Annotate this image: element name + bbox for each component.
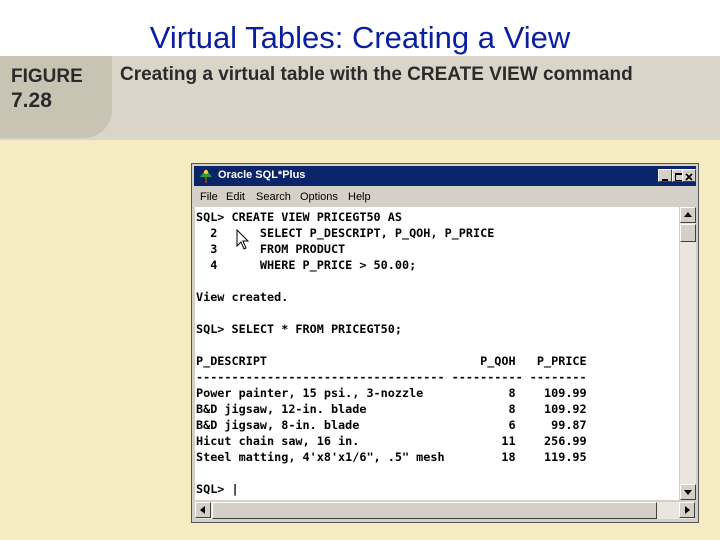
- scroll-down-button[interactable]: [680, 484, 696, 500]
- figure-label: FIGURE: [11, 66, 83, 87]
- console-line: ----------------------------------- ----…: [196, 370, 587, 384]
- console-line: 3 FROM PRODUCT: [196, 242, 346, 256]
- menu-edit[interactable]: Edit: [226, 191, 245, 203]
- slide-title: Virtual Tables: Creating a View: [149, 20, 571, 55]
- window-title: Oracle SQL*Plus: [218, 169, 306, 181]
- menu-file[interactable]: File: [200, 191, 218, 203]
- close-button[interactable]: [682, 169, 696, 182]
- scroll-left-button[interactable]: [195, 502, 211, 518]
- scroll-right-button[interactable]: [679, 502, 695, 518]
- console-line: B&D jigsaw, 12-in. blade 8 109.92: [196, 402, 587, 416]
- arrow-left-icon: [200, 506, 205, 514]
- console-line: 4 WHERE P_PRICE > 50.00;: [196, 258, 417, 272]
- console-line: Steel matting, 4'x8'x1/6", .5" mesh 18 1…: [196, 450, 587, 464]
- console-line: SQL> SELECT * FROM PRICEGT50;: [196, 322, 402, 336]
- console-line: Power painter, 15 psi., 3-nozzle 8 109.9…: [196, 386, 587, 400]
- console-line: SQL> |: [196, 482, 239, 496]
- vertical-scrollbar[interactable]: [680, 207, 696, 500]
- arrow-right-icon: [685, 506, 690, 514]
- horizontal-scroll-thumb[interactable]: [212, 502, 657, 519]
- mouse-pointer-icon: [236, 229, 250, 250]
- window-titlebar[interactable]: Oracle SQL*Plus: [194, 166, 696, 186]
- console-line: P_DESCRIPT P_QOH P_PRICE: [196, 354, 587, 368]
- console-line: B&D jigsaw, 8-in. blade 6 99.87: [196, 418, 587, 432]
- sqlplus-window: Oracle SQL*Plus File Edit Search Options…: [191, 163, 699, 523]
- minimize-icon: [662, 179, 668, 181]
- oracle-sqlplus-icon: [200, 169, 212, 183]
- close-icon: [685, 173, 693, 181]
- vertical-scroll-thumb[interactable]: [680, 224, 696, 242]
- menu-bar: File Edit Search Options Help: [194, 188, 696, 206]
- console-line: SQL> CREATE VIEW PRICEGT50 AS: [196, 210, 402, 224]
- console-line: Hicut chain saw, 16 in. 11 256.99: [196, 434, 587, 448]
- console-line: View created.: [196, 290, 289, 304]
- arrow-down-icon: [684, 490, 692, 495]
- minimize-button[interactable]: [658, 169, 672, 182]
- console-output[interactable]: SQL> CREATE VIEW PRICEGT50 AS 2 SELECT P…: [195, 207, 679, 500]
- scroll-up-button[interactable]: [680, 207, 696, 223]
- console-text: SQL> CREATE VIEW PRICEGT50 AS 2 SELECT P…: [196, 209, 587, 497]
- menu-search[interactable]: Search: [256, 191, 291, 203]
- figure-number: 7.28: [11, 89, 52, 112]
- menu-options[interactable]: Options: [300, 191, 338, 203]
- arrow-up-icon: [684, 212, 692, 217]
- menu-help[interactable]: Help: [348, 191, 371, 203]
- figure-caption: Creating a virtual table with the CREATE…: [120, 64, 633, 85]
- horizontal-scrollbar[interactable]: [195, 502, 695, 519]
